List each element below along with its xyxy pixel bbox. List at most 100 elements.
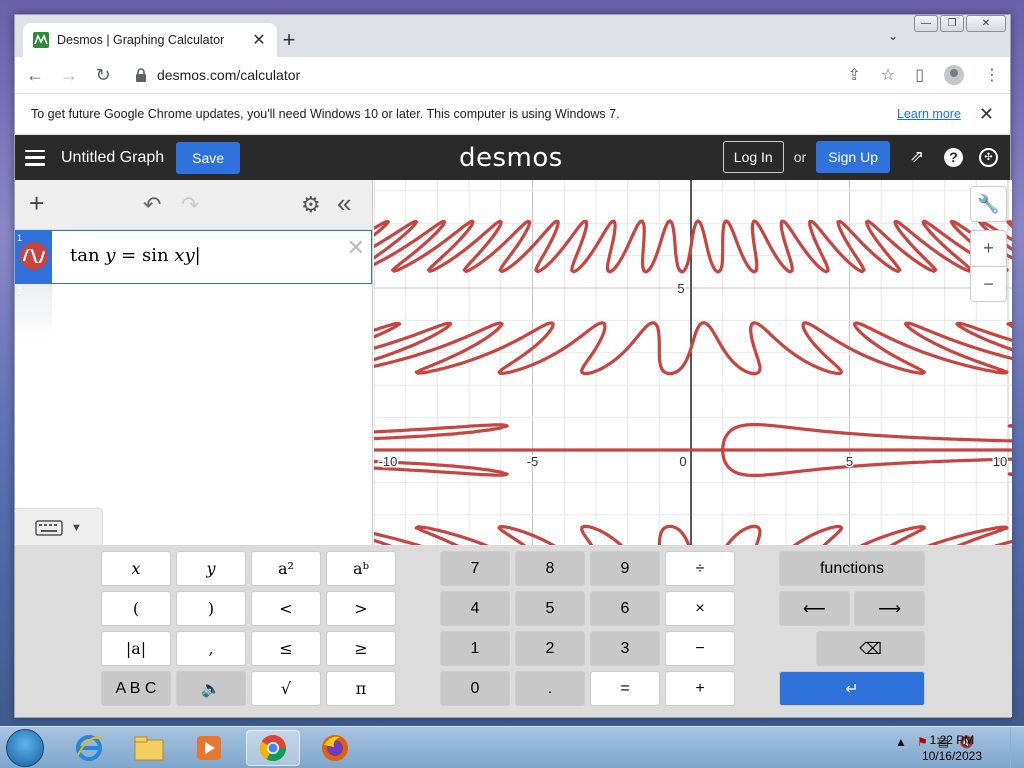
y-key[interactable]: y	[176, 551, 246, 586]
infobar-close-icon[interactable]: ✕	[979, 104, 994, 125]
internet-explorer-icon[interactable]	[62, 730, 116, 766]
left-arrow-key[interactable]: ⟵	[779, 591, 850, 626]
functions-key[interactable]: functions	[779, 551, 925, 586]
hamburger-menu-icon[interactable]	[25, 149, 45, 166]
new-tab-button[interactable]: +	[277, 29, 301, 51]
9-key[interactable]: 9	[590, 551, 660, 586]
times-key[interactable]: ×	[665, 591, 735, 626]
less-equal-key[interactable]: ≤	[251, 631, 321, 666]
log-in-button[interactable]: Log In	[722, 141, 784, 173]
file-explorer-icon[interactable]	[122, 730, 176, 766]
delete-expression-icon[interactable]: ✕	[347, 235, 365, 261]
bookmark-star-icon[interactable]: ☆	[881, 65, 895, 85]
equals-key[interactable]: =	[590, 671, 660, 706]
browser-tab[interactable]: Desmos | Graphing Calculator ✕	[23, 23, 277, 57]
greater-equal-key[interactable]: ≥	[326, 631, 396, 666]
implicit-curve[interactable]	[374, 219, 1012, 545]
pi-key[interactable]: π	[326, 671, 396, 706]
wrench-icon[interactable]: 🔧	[970, 186, 1007, 222]
7-key[interactable]: 7	[440, 551, 510, 586]
profile-avatar-icon[interactable]	[944, 65, 964, 85]
8-key[interactable]: 8	[515, 551, 585, 586]
gear-icon[interactable]: ⚙	[301, 192, 321, 218]
maximize-button[interactable]: ❐	[940, 15, 964, 32]
curve-color-icon[interactable]	[20, 242, 48, 270]
show-desktop-button[interactable]	[1010, 727, 1024, 768]
minus-key[interactable]: −	[665, 631, 735, 666]
5-key[interactable]: 5	[515, 591, 585, 626]
share-icon[interactable]: ⇪	[847, 65, 860, 85]
globe-icon[interactable]: ✣	[979, 147, 998, 167]
media-player-icon[interactable]	[182, 730, 236, 766]
sign-up-button[interactable]: Sign Up	[816, 141, 890, 173]
firefox-icon[interactable]	[308, 730, 362, 766]
minimize-button[interactable]: —	[914, 15, 938, 32]
speaker-icon[interactable]: 🔈	[176, 671, 246, 706]
tray-expand-icon[interactable]: ▲	[895, 735, 907, 749]
a-squared-key[interactable]: a²	[251, 551, 321, 586]
open-paren-key[interactable]: (	[101, 591, 171, 626]
0-key[interactable]: 0	[440, 671, 510, 706]
start-button[interactable]	[6, 729, 44, 767]
1-key[interactable]: 1	[440, 631, 510, 666]
right-arrow-key[interactable]: ⟶	[854, 591, 925, 626]
share-graph-icon[interactable]: ⇗	[906, 146, 928, 168]
greater-than-key[interactable]: >	[326, 591, 396, 626]
collapse-panel-icon[interactable]: «	[337, 188, 351, 219]
less-than-key[interactable]: <	[251, 591, 321, 626]
expression-row[interactable]: 1 tan y = sin xy| ✕	[15, 230, 372, 284]
x-tick-label: 10	[993, 454, 1007, 469]
desmos-favicon-icon	[33, 32, 49, 48]
zoom-out-icon[interactable]: −	[970, 266, 1007, 302]
2-key[interactable]: 2	[515, 631, 585, 666]
abs-key[interactable]: |a|	[101, 631, 171, 666]
save-button[interactable]: Save	[176, 141, 241, 174]
3-key[interactable]: 3	[590, 631, 660, 666]
redo-icon[interactable]: ↷	[181, 192, 199, 218]
divide-key[interactable]: ÷	[665, 551, 735, 586]
y-tick-label: 5	[677, 281, 684, 296]
sqrt-key[interactable]: √	[251, 671, 321, 706]
forward-icon[interactable]: →	[59, 65, 79, 86]
undo-icon[interactable]: ↶	[143, 192, 161, 218]
abc-key[interactable]: A B C	[101, 671, 171, 706]
add-item-icon[interactable]: +	[29, 190, 44, 216]
taskbar-clock[interactable]: 1:22 PM 10/16/2023	[922, 732, 982, 764]
menu-kebab-icon[interactable]: ⋮	[984, 65, 1000, 85]
keyboard-toggle[interactable]: ▼	[15, 508, 103, 546]
x-key[interactable]: x	[101, 551, 171, 586]
learn-more-link[interactable]: Learn more	[897, 107, 961, 121]
windows-taskbar: ▲ ⚑ ▤ 🔇 1:22 PM 10/16/2023	[0, 726, 1024, 768]
address-bar[interactable]: desmos.com/calculator	[127, 60, 833, 90]
close-window-button[interactable]: ✕	[966, 15, 1006, 32]
comma-key[interactable]: ,	[176, 631, 246, 666]
tab-close-icon[interactable]: ✕	[251, 30, 267, 50]
desmos-logo: desmos	[459, 143, 563, 173]
expression-input[interactable]: tan y = sin xy|	[70, 245, 201, 266]
side-panel-icon[interactable]: ▯	[915, 65, 924, 85]
help-icon[interactable]: ?	[944, 147, 963, 167]
chrome-icon[interactable]	[246, 730, 300, 766]
graph-paper[interactable]: -10 -5 0 5 10 5 🔧 + −	[374, 180, 1012, 545]
x-tick-label: -5	[527, 454, 539, 469]
plus-key[interactable]: +	[665, 671, 735, 706]
tab-title: Desmos | Graphing Calculator	[57, 33, 225, 47]
back-icon[interactable]: ←	[25, 65, 45, 86]
zoom-in-icon[interactable]: +	[970, 230, 1007, 266]
close-paren-key[interactable]: )	[176, 591, 246, 626]
decimal-key[interactable]: .	[515, 671, 585, 706]
x-tick-label: 0	[679, 454, 686, 469]
a-power-b-key[interactable]: aᵇ	[326, 551, 396, 586]
4-key[interactable]: 4	[440, 591, 510, 626]
header-right: Log In or Sign Up ⇗ ? ✣	[722, 141, 998, 173]
url-text: desmos.com/calculator	[157, 67, 301, 83]
update-infobar: To get future Google Chrome updates, you…	[15, 93, 1010, 135]
6-key[interactable]: 6	[590, 591, 660, 626]
enter-key[interactable]: ↵	[779, 671, 925, 706]
expression-row-empty[interactable]: 2	[15, 284, 372, 340]
tab-search-icon[interactable]: ⌄	[888, 29, 898, 43]
reload-icon[interactable]: ↻	[93, 65, 113, 86]
backspace-key[interactable]: ⌫	[816, 631, 925, 666]
graph-title[interactable]: Untitled Graph	[61, 149, 164, 167]
expression-toolbar: + ↶ ↷ ⚙ «	[15, 180, 372, 230]
